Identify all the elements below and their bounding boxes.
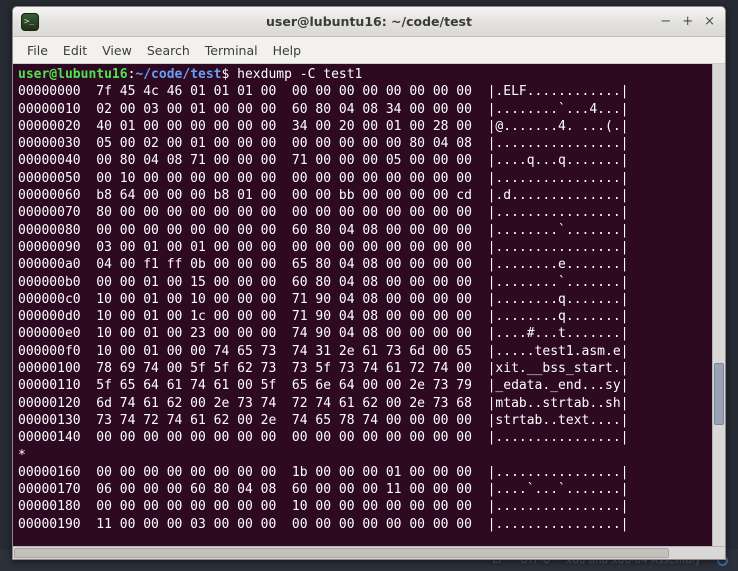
- window-controls: − + ×: [660, 15, 719, 28]
- menubar: File Edit View Search Terminal Help: [13, 37, 725, 64]
- menu-item-help[interactable]: Help: [273, 43, 302, 58]
- horizontal-scroll-thumb[interactable]: [14, 548, 670, 558]
- titlebar[interactable]: user@lubuntu16: ~/code/test − + ×: [13, 7, 725, 37]
- maximize-button[interactable]: +: [682, 15, 693, 28]
- terminal-body[interactable]: user@lubuntu16:~/code/test$ hexdump -C t…: [13, 64, 725, 559]
- window-title: user@lubuntu16: ~/code/test: [266, 14, 472, 29]
- close-button[interactable]: ×: [704, 15, 715, 28]
- menu-item-terminal[interactable]: Terminal: [205, 43, 258, 58]
- menu-item-edit[interactable]: Edit: [63, 43, 87, 58]
- terminal-icon: [21, 12, 39, 31]
- menu-item-search[interactable]: Search: [147, 43, 190, 58]
- terminal-output[interactable]: user@lubuntu16:~/code/test$ hexdump -C t…: [13, 64, 712, 546]
- minimize-button[interactable]: −: [660, 15, 671, 28]
- menu-item-file[interactable]: File: [27, 43, 48, 58]
- menu-item-view[interactable]: View: [102, 43, 132, 58]
- scroll-down-arrow[interactable]: [713, 536, 725, 546]
- terminal-scroll-area: user@lubuntu16:~/code/test$ hexdump -C t…: [13, 64, 725, 546]
- terminal-vertical-scrollbar[interactable]: [712, 64, 725, 546]
- vertical-scroll-thumb[interactable]: [714, 362, 724, 426]
- terminal-window: user@lubuntu16: ~/code/test − + × File E…: [12, 6, 726, 560]
- terminal-horizontal-scrollbar[interactable]: [13, 546, 725, 559]
- scroll-up-arrow[interactable]: [713, 64, 725, 74]
